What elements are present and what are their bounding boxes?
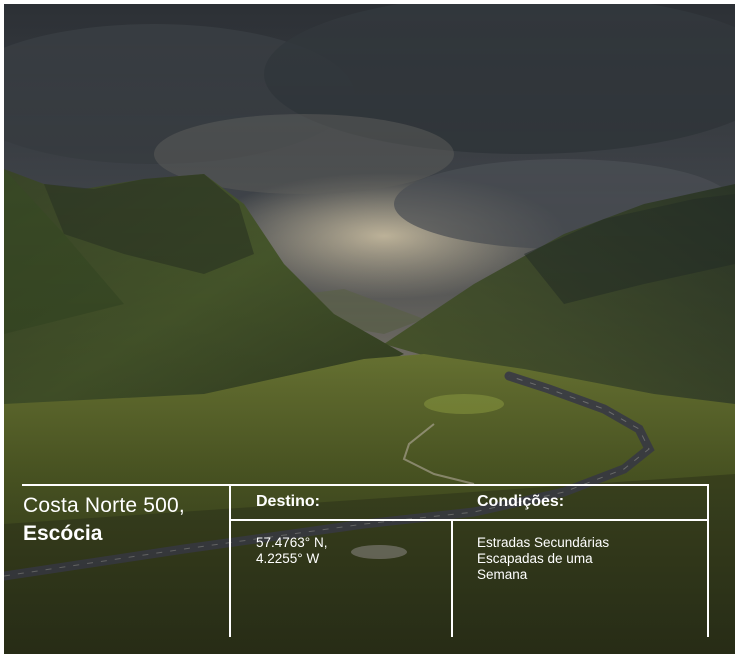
route-title: Costa Norte 500, <box>23 494 185 517</box>
conditions-list: Estradas Secundárias Escapadas de uma Se… <box>477 535 609 583</box>
conditions-heading: Condições: <box>477 493 565 510</box>
divider-center <box>451 519 453 637</box>
photo-frame: Costa Norte 500, Escócia Destino: 57.476… <box>4 4 735 654</box>
divider-left <box>229 484 231 637</box>
divider-top <box>22 484 709 486</box>
longitude: 4.2255° W <box>256 551 320 566</box>
condition-line-3: Semana <box>477 567 528 582</box>
divider-middle <box>230 519 709 521</box>
route-country: Escócia <box>23 522 103 545</box>
divider-right <box>707 484 709 637</box>
condition-line-2: Escapadas de uma <box>477 551 593 566</box>
info-overlay: Costa Norte 500, Escócia Destino: 57.476… <box>4 4 735 654</box>
destination-heading: Destino: <box>256 493 320 510</box>
destination-coordinates: 57.4763° N, 4.2255° W <box>256 535 327 567</box>
condition-line-1: Estradas Secundárias <box>477 535 610 550</box>
latitude: 57.4763° N, <box>256 535 328 550</box>
